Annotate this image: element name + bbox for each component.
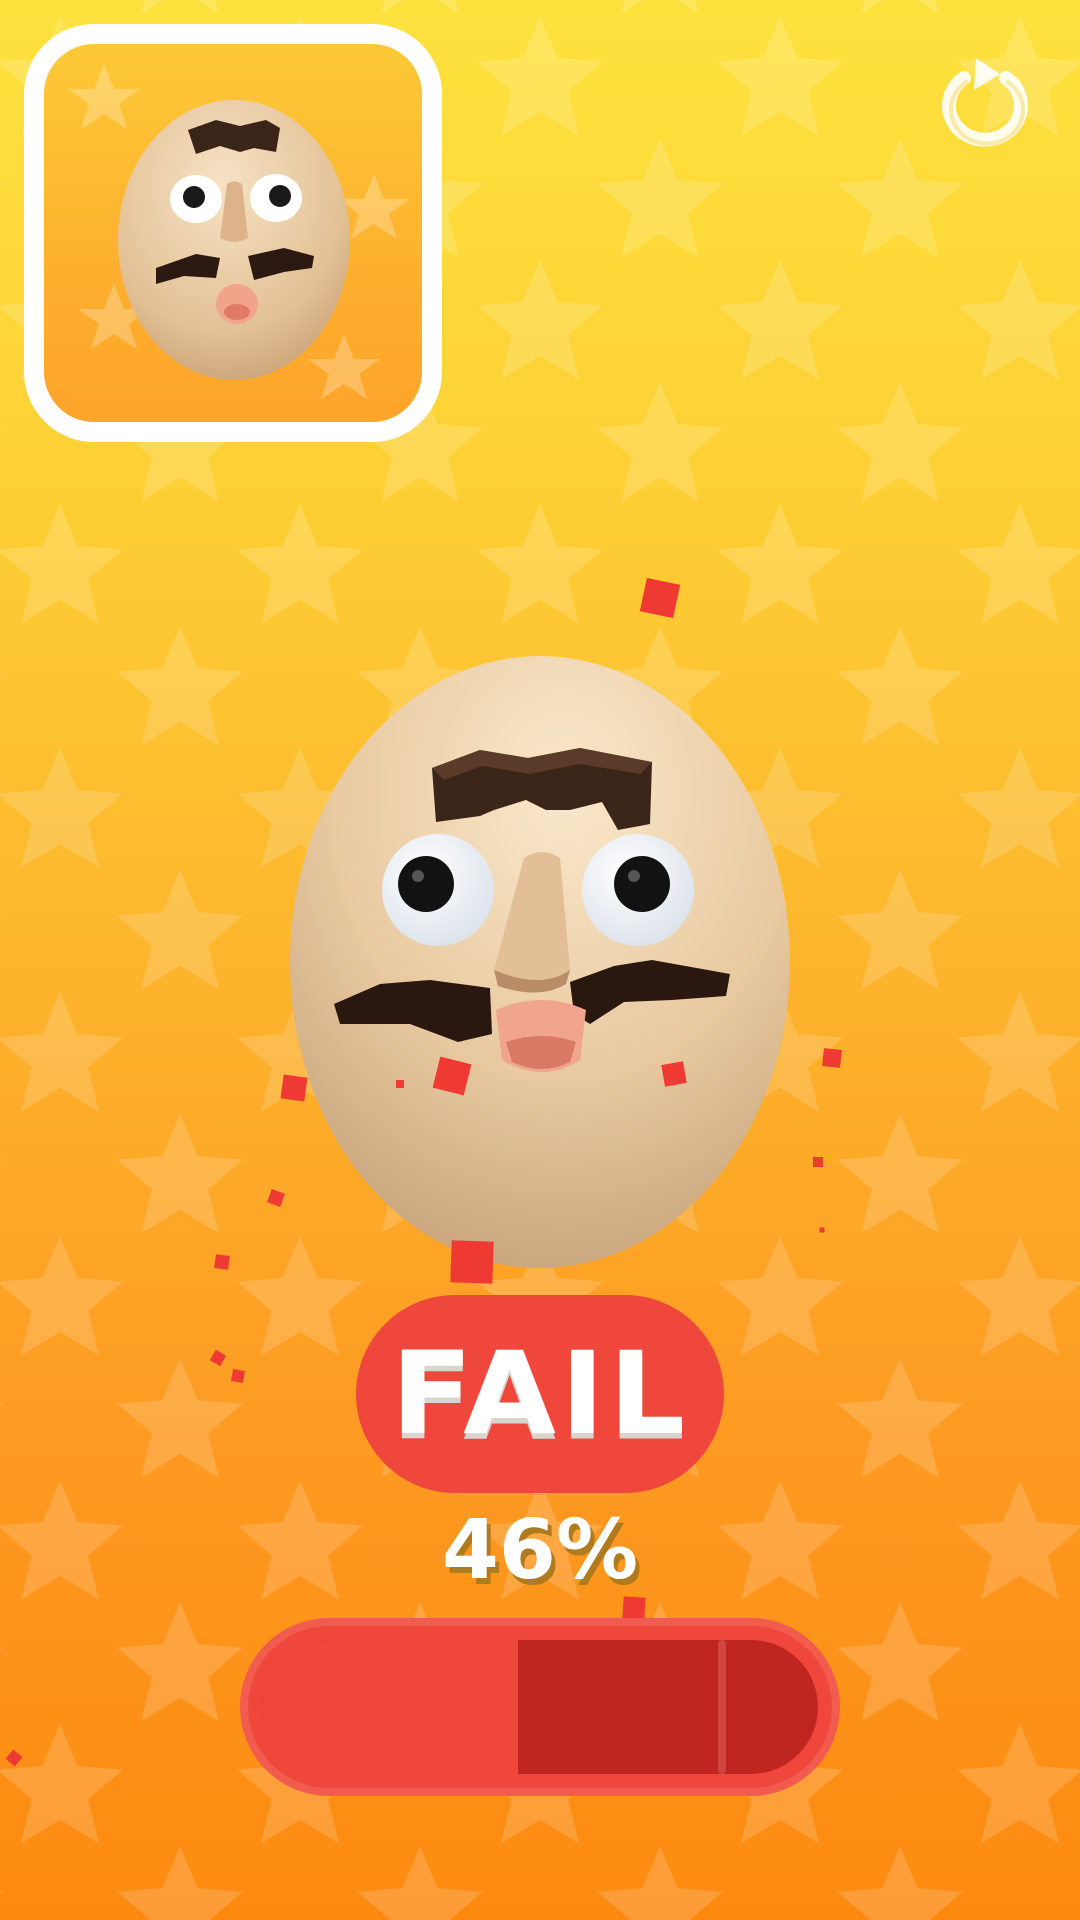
background-star	[0, 1159, 3, 1162]
background-star	[0, 992, 123, 1112]
background-star	[0, 504, 123, 624]
background-star	[117, 1846, 243, 1920]
background-star	[957, 1724, 1080, 1844]
background-star	[957, 992, 1080, 1112]
background-star	[597, 138, 723, 258]
background-star	[837, 1114, 963, 1234]
background-star	[717, 504, 843, 624]
background-star	[477, 504, 603, 624]
fail-result-badge: FAIL	[356, 1295, 724, 1493]
background-star	[957, 504, 1080, 624]
background-star	[477, 16, 603, 136]
match-progress-bar	[240, 1618, 840, 1796]
progress-fill	[262, 1640, 518, 1774]
background-star	[117, 626, 243, 746]
background-star	[957, 1480, 1080, 1600]
background-star	[0, 748, 123, 868]
background-star	[837, 1358, 963, 1478]
background-star	[381, 0, 459, 14]
background-star	[0, 0, 3, 13]
background-star	[597, 382, 723, 502]
player-face	[280, 650, 800, 1270]
background-star	[957, 748, 1080, 868]
background-star	[717, 16, 843, 136]
background-star	[717, 260, 843, 380]
background-star	[957, 1236, 1080, 1356]
background-star	[837, 382, 963, 502]
fail-label: FAIL	[390, 1327, 690, 1461]
target-marker	[718, 1640, 726, 1774]
background-star	[357, 1846, 483, 1920]
reference-face-card	[24, 24, 442, 442]
background-star	[477, 260, 603, 380]
background-star	[0, 671, 3, 674]
background-star	[237, 504, 363, 624]
background-star	[141, 0, 219, 14]
background-star	[0, 183, 3, 186]
reference-face	[68, 64, 410, 399]
match-percent-label: 46%	[441, 1503, 639, 1598]
background-star	[837, 138, 963, 258]
restart-button[interactable]	[930, 56, 1030, 152]
background-star	[861, 0, 939, 14]
background-star	[0, 1480, 123, 1600]
background-star	[117, 1602, 243, 1722]
background-star	[0, 1403, 3, 1406]
progress-track	[262, 1640, 818, 1774]
background-star	[0, 1647, 3, 1650]
background-star	[621, 0, 699, 14]
background-star	[0, 915, 3, 918]
background-star	[597, 1846, 723, 1920]
background-star	[957, 260, 1080, 380]
background-star	[0, 1724, 123, 1844]
background-star	[837, 626, 963, 746]
restart-icon	[942, 58, 1028, 147]
background-star	[837, 870, 963, 990]
background-star	[117, 1358, 243, 1478]
background-star	[837, 1602, 963, 1722]
background-star	[837, 1846, 963, 1920]
background-star	[117, 870, 243, 990]
background-star	[0, 427, 3, 430]
background-star	[117, 1114, 243, 1234]
reference-eyebrow	[188, 120, 280, 154]
background-star	[0, 1236, 123, 1356]
background-star	[0, 1891, 3, 1894]
